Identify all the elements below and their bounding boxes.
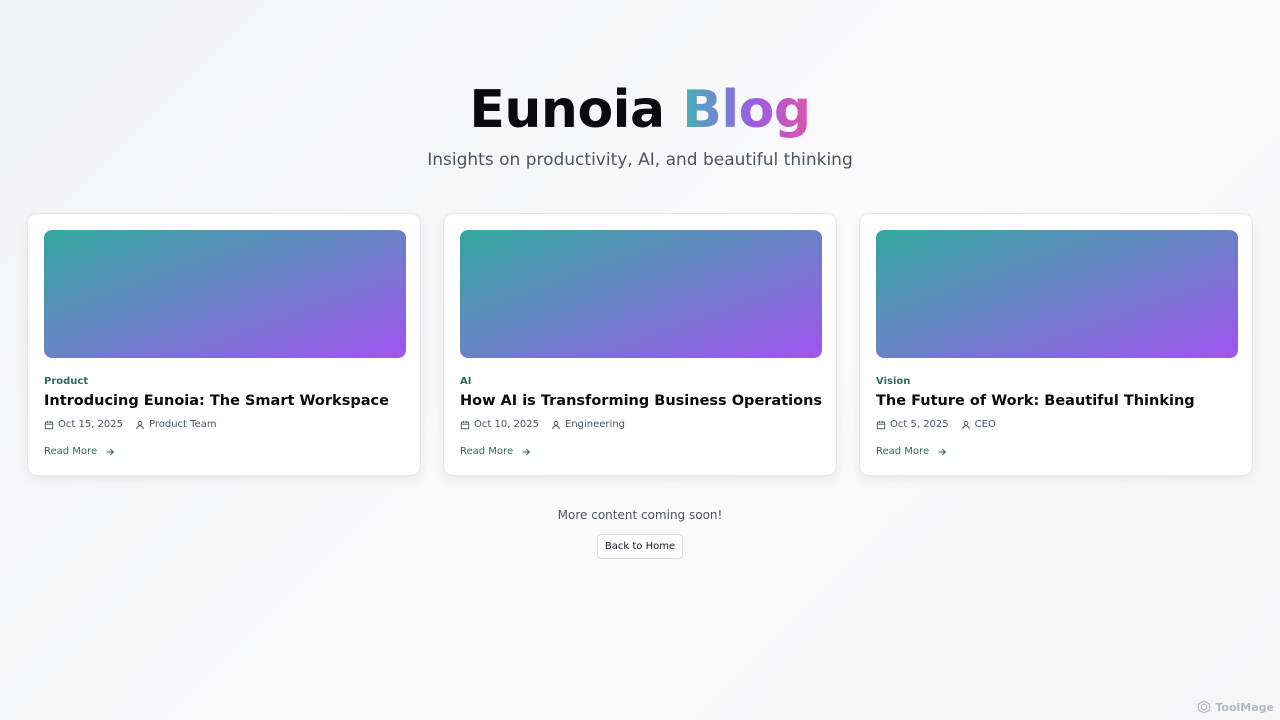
post-date-text: Oct 10, 2025 [474, 419, 539, 430]
post-title[interactable]: How AI is Transforming Business Operatio… [460, 393, 822, 409]
toolmage-logo-icon [1198, 700, 1211, 714]
post-date: Oct 5, 2025 [876, 419, 949, 430]
post-grid: Product Introducing Eunoia: The Smart Wo… [27, 213, 1253, 476]
post-cover-image[interactable] [460, 230, 822, 358]
post-date-text: Oct 5, 2025 [890, 419, 949, 430]
watermark: ToolMage [1197, 700, 1274, 714]
read-more-link[interactable]: Read More [876, 446, 947, 457]
arrow-right-icon [938, 448, 947, 455]
post-author-text: Product Team [149, 419, 217, 430]
calendar-icon [460, 420, 470, 429]
post-date-text: Oct 15, 2025 [58, 419, 123, 430]
post-cover-image[interactable] [876, 230, 1238, 358]
post-author-text: Engineering [565, 419, 625, 430]
page-subtitle: Insights on productivity, AI, and beauti… [427, 150, 853, 170]
calendar-icon [876, 420, 886, 429]
user-icon [136, 420, 144, 429]
page-title-main: Eunoia [469, 80, 665, 140]
post-card[interactable]: Product Introducing Eunoia: The Smart Wo… [27, 213, 421, 476]
read-more-label: Read More [460, 446, 514, 457]
read-more-link[interactable]: Read More [44, 446, 115, 457]
page-title: Eunoia Blog [0, 78, 1280, 142]
read-more-label: Read More [876, 446, 930, 457]
post-category: Vision [876, 376, 911, 387]
hero: Eunoia Blog Insights on productivity, AI… [0, 78, 1280, 170]
post-cover-image[interactable] [44, 230, 406, 358]
watermark-text: ToolMage [1215, 700, 1274, 714]
post-author: Engineering [551, 419, 625, 430]
back-to-home-button[interactable]: Back to Home [597, 534, 683, 559]
post-author-text: CEO [974, 419, 996, 430]
post-meta: Oct 15, 2025 Product Team [44, 419, 404, 430]
post-card[interactable]: Vision The Future of Work: Beautiful Thi… [859, 213, 1253, 476]
post-category: Product [44, 376, 89, 387]
post-meta: Oct 5, 2025 CEO [876, 419, 1236, 430]
post-author: Product Team [135, 419, 217, 430]
post-title[interactable]: Introducing Eunoia: The Smart Workspace [44, 393, 404, 409]
user-icon [961, 420, 970, 429]
post-author: CEO [961, 419, 996, 430]
post-category: AI [460, 376, 472, 387]
coming-soon-text: More content coming soon! [557, 508, 723, 522]
arrow-right-icon [106, 448, 115, 455]
arrow-right-icon [522, 448, 531, 455]
read-more-link[interactable]: Read More [460, 446, 531, 457]
post-date: Oct 10, 2025 [460, 419, 539, 430]
post-meta: Oct 10, 2025 Engineering [460, 419, 820, 430]
calendar-icon [44, 420, 54, 429]
post-card[interactable]: AI How AI is Transforming Business Opera… [443, 213, 837, 476]
post-date: Oct 15, 2025 [44, 419, 123, 430]
read-more-label: Read More [44, 446, 98, 457]
post-title[interactable]: The Future of Work: Beautiful Thinking [876, 393, 1236, 409]
user-icon [552, 420, 560, 429]
page-title-accent: Blog [682, 80, 811, 140]
